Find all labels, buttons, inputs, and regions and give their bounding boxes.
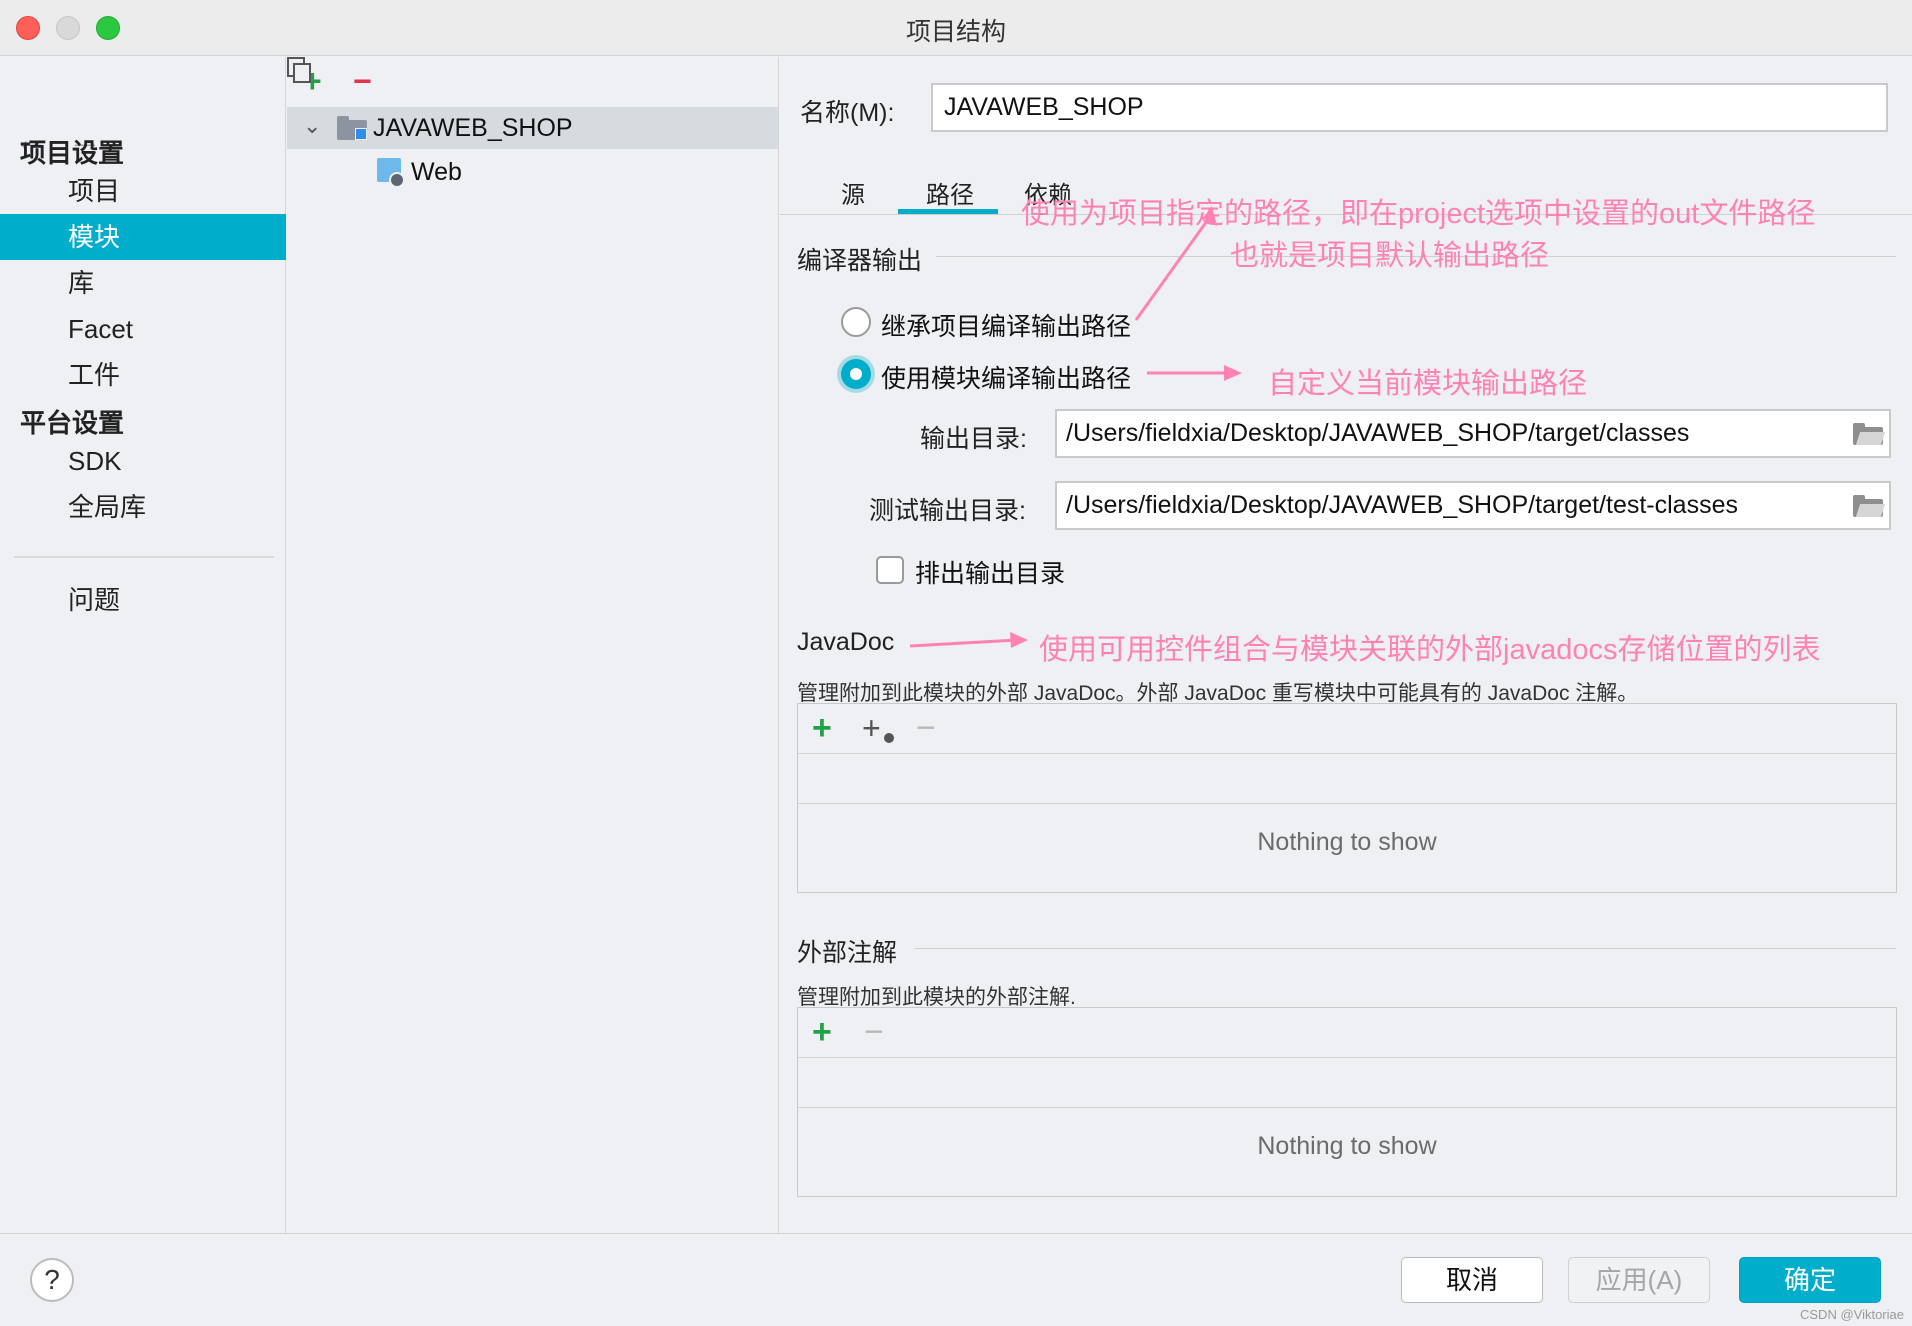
tab-sources[interactable]: 源 [841,175,865,210]
module-output-radio[interactable] [841,359,871,389]
compiler-output-title: 编译器输出 [797,247,923,275]
cancel-button[interactable]: 取消 [1401,1257,1543,1303]
external-annotations-title: 外部注解 [797,939,898,967]
test-output-dir-label: 测试输出目录: [869,497,1026,525]
tab-paths[interactable]: 路径 [926,175,974,210]
exclude-output-label[interactable]: 排出输出目录 [915,554,1065,590]
inherit-output-label[interactable]: 继承项目编译输出路径 [881,307,1131,343]
add-url-icon[interactable]: + [862,708,881,748]
apply-button[interactable]: 应用(A) [1568,1257,1710,1303]
external-annotations-list: + − Nothing to show [797,1007,1897,1197]
javadoc-title: JavaDoc [797,628,895,656]
module-output-label[interactable]: 使用模块编译输出路径 [881,359,1131,395]
javadoc-list: + + − Nothing to show [797,703,1897,893]
annotation-javadoc: 使用可用控件组合与模块关联的外部javadocs存储位置的列表 [1039,634,1821,666]
section-divider [914,948,1896,949]
annotations-list-toolbar: + − [798,1008,1896,1058]
dialog-footer: ? 取消 应用(A) 确定 CSDN @Viktoriae [0,1233,1912,1326]
ok-button[interactable]: 确定 [1739,1257,1881,1303]
remove-icon[interactable]: − [353,65,372,97]
nav-item-libraries[interactable]: 库 [0,260,286,306]
output-dir-label: 输出目录: [920,425,1027,453]
nav-item-artifacts[interactable]: 工件 [0,352,286,398]
settings-navigation: ← → 项目设置 项目 模块 库 Facet 工件 平台设置 SDK 全局库 问… [0,57,286,1233]
remove-icon: − [864,1013,884,1051]
folder-open-icon[interactable] [1853,423,1886,445]
help-button[interactable]: ? [30,1258,74,1302]
globe-icon [882,731,896,745]
annotation-inherit-line1: 使用为项目指定的路径，即在project选项中设置的out文件路径 [1021,198,1816,230]
project-settings-header: 项目设置 [20,138,125,168]
nav-item-global-libraries[interactable]: 全局库 [0,484,286,530]
project-structure-dialog: 项目结构 ← → 项目设置 项目 模块 库 Facet 工件 平台设置 SDK … [0,0,1912,1326]
inherit-output-radio[interactable] [841,307,871,337]
list-header-row [798,754,1896,804]
empty-list-text: Nothing to show [1257,1132,1437,1160]
add-icon[interactable]: + [812,708,832,748]
add-icon[interactable]: + [812,1012,832,1052]
nav-divider [14,556,274,558]
tree-node-module[interactable]: ⌄ JAVAWEB_SHOP [287,107,778,149]
folder-open-icon[interactable] [1853,495,1886,517]
nav-item-sdk[interactable]: SDK [0,438,286,484]
nav-item-modules[interactable]: 模块 [0,214,286,260]
empty-list-text: Nothing to show [1257,828,1437,856]
module-tree-panel: + − ⌄ JAVAWEB_SHOP Web [287,57,779,1233]
nav-item-problems[interactable]: 问题 [0,577,286,623]
copy-icon[interactable] [287,57,311,83]
output-dir-field[interactable]: /Users/fieldxia/Desktop/JAVAWEB_SHOP/tar… [1055,409,1891,458]
tree-node-module-label: JAVAWEB_SHOP [373,114,573,142]
remove-icon: − [916,709,936,747]
title-bar: 项目结构 [0,0,1912,56]
tree-node-web[interactable]: Web [411,155,462,189]
web-facet-icon [377,158,405,188]
nav-item-project[interactable]: 项目 [0,168,286,214]
window-title: 项目结构 [905,18,1006,46]
watermark: CSDN @Viktoriae [1800,1307,1904,1322]
test-output-dir-field[interactable]: /Users/fieldxia/Desktop/JAVAWEB_SHOP/tar… [1055,481,1891,530]
module-name-field[interactable]: JAVAWEB_SHOP [931,83,1888,132]
platform-settings-header: 平台设置 [20,408,125,438]
exclude-output-checkbox[interactable] [876,556,904,584]
module-folder-icon [337,116,367,140]
name-label: 名称(M): [800,99,895,127]
chevron-down-icon[interactable]: ⌄ [303,113,321,139]
javadoc-list-toolbar: + + − [798,704,1896,754]
annotation-module-output: 自定义当前模块输出路径 [1268,368,1588,400]
nav-item-facet[interactable]: Facet [0,306,286,352]
annotation-inherit-line2: 也就是项目默认输出路径 [1230,240,1550,272]
list-header-row [798,1058,1896,1108]
